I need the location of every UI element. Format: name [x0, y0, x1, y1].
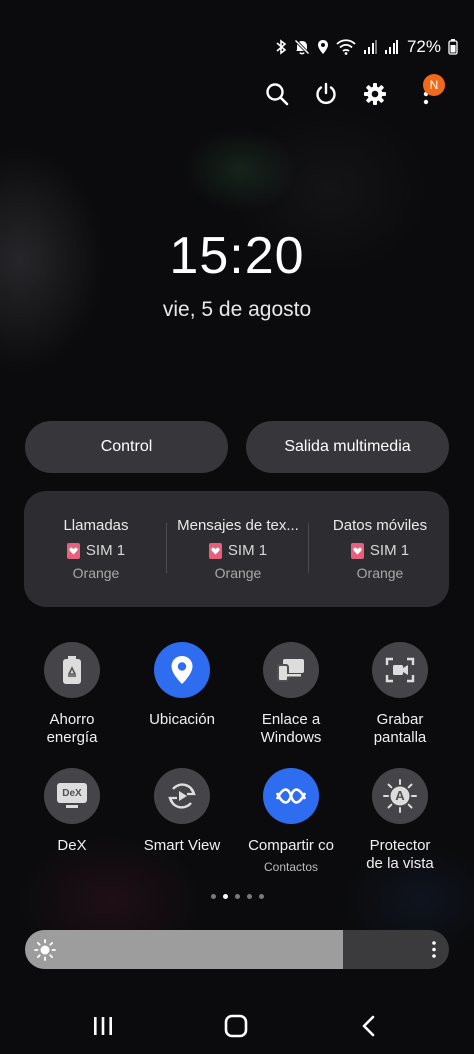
tile-smart-view-toggle[interactable] — [154, 768, 210, 824]
search-button[interactable] — [261, 78, 293, 110]
brightness-more-icon[interactable] — [431, 940, 437, 959]
tile-smart-view-label: Smart View — [143, 837, 221, 854]
brightness-level — [25, 930, 343, 969]
tile-link-to-windows[interactable]: Enlace a Windows — [236, 642, 346, 747]
control-button[interactable]: Control — [25, 421, 228, 473]
sim-messages-sim: SIM 1 — [227, 542, 268, 559]
recents-button[interactable] — [83, 1008, 123, 1044]
sim-messages-title: Mensajes de tex... — [177, 517, 299, 534]
location-pin-icon — [171, 656, 193, 684]
sim-card-icon — [208, 542, 222, 559]
tile-location[interactable]: Ubicación — [127, 642, 237, 729]
sim-calls-title: Llamadas — [63, 517, 129, 534]
page-dot — [234, 894, 240, 899]
sim-calls[interactable]: Llamadas SIM 1 Orange — [30, 517, 162, 581]
dex-icon: DeX — [57, 783, 87, 809]
smart-view-icon — [168, 783, 196, 809]
brightness-slider[interactable] — [25, 930, 449, 969]
tile-power-saving-label-2: energía — [46, 729, 98, 746]
signal-icon — [363, 40, 377, 54]
tile-dex-label: DeX — [57, 837, 87, 854]
location-icon — [317, 40, 328, 54]
tile-quick-share-toggle[interactable] — [263, 768, 319, 824]
tile-quick-share[interactable]: Compartir co Contactos — [236, 768, 346, 876]
quick-share-icon — [275, 788, 307, 804]
navigation-bar — [0, 1008, 474, 1044]
screen-record-icon — [385, 657, 415, 683]
tile-screen-recorder-label-1: Grabar — [376, 711, 424, 728]
back-button[interactable] — [348, 1008, 388, 1044]
page-dot-active — [222, 894, 228, 899]
tile-quick-share-label: Compartir co — [248, 837, 334, 854]
sim-calls-sim: SIM 1 — [85, 542, 126, 559]
sim-mobile-data-title: Datos móviles — [332, 517, 428, 534]
tile-dex[interactable]: DeX DeX — [17, 768, 127, 855]
settings-button[interactable] — [359, 78, 391, 110]
tile-dex-toggle[interactable]: DeX — [44, 768, 100, 824]
clock-time[interactable]: 15:20 — [0, 226, 474, 286]
tile-power-saving-label-1: Ahorro — [49, 711, 95, 728]
sim-divider — [308, 523, 309, 573]
power-icon — [316, 82, 336, 105]
page-dot — [246, 894, 252, 899]
recents-icon — [94, 1017, 112, 1035]
tile-link-to-windows-label-1: Enlace a — [261, 711, 321, 728]
clock-date[interactable]: vie, 5 de agosto — [0, 298, 474, 322]
tile-link-to-windows-label-2: Windows — [260, 729, 322, 746]
search-icon — [266, 83, 289, 106]
brightness-icon — [34, 939, 56, 961]
sim-messages[interactable]: Mensajes de tex... SIM 1 Orange — [172, 517, 304, 581]
back-icon — [362, 1015, 375, 1037]
power-button[interactable] — [310, 78, 342, 110]
tile-eye-comfort-toggle[interactable]: A — [372, 768, 428, 824]
settings-icon — [364, 83, 386, 105]
bluetooth-icon — [276, 39, 287, 55]
battery-saver-icon — [63, 656, 81, 684]
wifi-icon — [336, 39, 356, 55]
tile-location-toggle[interactable] — [154, 642, 210, 698]
tile-location-label: Ubicación — [149, 711, 215, 728]
sim-divider — [166, 523, 167, 573]
sim-manager-panel: Llamadas SIM 1 Orange Mensajes de tex...… — [24, 491, 449, 607]
tile-eye-comfort-label-2: de la vista — [366, 855, 434, 872]
tile-eye-comfort-label-1: Protector — [369, 837, 431, 854]
eye-comfort-icon: A — [383, 779, 417, 813]
tile-smart-view[interactable]: Smart View — [127, 768, 237, 855]
sim-card-icon — [66, 542, 80, 559]
link-to-windows-icon — [277, 659, 304, 682]
sim-calls-carrier: Orange — [72, 565, 120, 581]
eye-comfort-icon-text: A — [395, 788, 405, 803]
tile-eye-comfort[interactable]: A Protector de la vista — [345, 768, 455, 873]
tile-link-to-windows-toggle[interactable] — [263, 642, 319, 698]
dex-icon-text: DeX — [62, 787, 82, 799]
sim-messages-carrier: Orange — [214, 565, 262, 581]
tile-screen-recorder-label-2: pantalla — [373, 729, 427, 746]
tile-power-saving-toggle[interactable] — [44, 642, 100, 698]
battery-icon — [448, 39, 458, 55]
sim-mobile-data-sim: SIM 1 — [369, 542, 410, 559]
tile-screen-recorder[interactable]: Grabar pantalla — [345, 642, 455, 747]
signal-icon-2 — [384, 40, 398, 54]
tile-power-saving[interactable]: Ahorro energía — [17, 642, 127, 747]
page-indicator[interactable] — [0, 894, 474, 899]
status-bar: 72% — [275, 36, 458, 58]
tile-quick-share-sublabel: Contactos — [263, 860, 319, 874]
media-output-button[interactable]: Salida multimedia — [246, 421, 449, 473]
home-icon — [224, 1014, 248, 1038]
home-button[interactable] — [216, 1008, 256, 1044]
page-dot — [258, 894, 264, 899]
quick-panel-actions — [0, 74, 474, 114]
tile-screen-recorder-toggle[interactable] — [372, 642, 428, 698]
sim-mobile-data[interactable]: Datos móviles SIM 1 Orange — [314, 517, 446, 581]
page-dot — [210, 894, 216, 899]
sim-card-icon — [350, 542, 364, 559]
mute-icon — [293, 39, 310, 55]
sim-mobile-data-carrier: Orange — [356, 565, 404, 581]
notification-badge: N — [423, 74, 445, 96]
battery-percentage: 72% — [406, 37, 441, 56]
